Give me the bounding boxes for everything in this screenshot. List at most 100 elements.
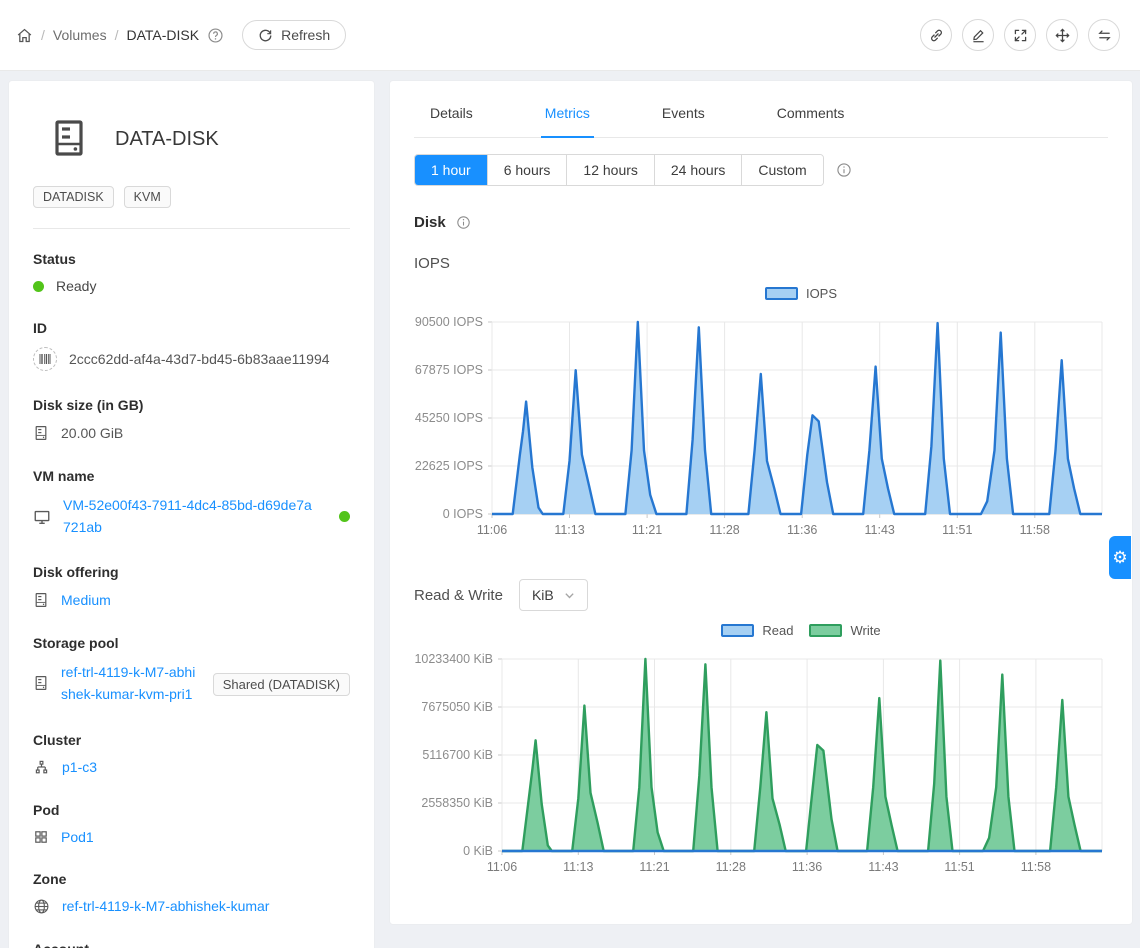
legend-label: Write (850, 623, 880, 638)
time-range-group: 1 hour 6 hours 12 hours 24 hours Custom (414, 154, 824, 186)
legend-label: Read (762, 623, 793, 638)
legend-swatch (809, 624, 842, 637)
svg-text:11:13: 11:13 (563, 860, 593, 874)
legend-swatch (721, 624, 754, 637)
svg-text:10233400 KiB: 10233400 KiB (414, 652, 493, 666)
svg-text:90500 IOPS: 90500 IOPS (415, 315, 483, 329)
tab-details[interactable]: Details (426, 89, 477, 137)
page-header: / Volumes / DATA-DISK Refresh (0, 0, 1140, 71)
zone-link[interactable]: ref-trl-4119-k-M7-abhishek-kumar (62, 898, 269, 914)
move-volume-button[interactable] (1046, 19, 1078, 51)
settings-gear-button[interactable]: ⚙ (1109, 536, 1131, 579)
home-icon[interactable] (16, 27, 33, 44)
chevron-down-icon (564, 590, 575, 601)
breadcrumb-volumes-link[interactable]: Volumes (53, 27, 107, 43)
volume-info-panel: DATA-DISK DATADISK KVM Status Ready ID 2… (8, 80, 375, 948)
info-circle-icon[interactable] (836, 162, 852, 178)
range-custom[interactable]: Custom (741, 155, 822, 185)
cluster-icon (33, 759, 50, 776)
pod-link[interactable]: Pod1 (61, 829, 94, 845)
attach-link-button[interactable] (920, 19, 952, 51)
vm-name-link[interactable]: VM-52e00f43-7911-4dc4-85bd-d69de7a721ab (63, 495, 313, 538)
disk-icon (33, 591, 49, 609)
rw-chart-block: ReadWrite 0 KiB2558350 KiB5116700 KiB767… (414, 619, 1108, 884)
storage-pool-scope-badge: Shared (DATADISK) (213, 673, 350, 696)
field-zone: Zone ref-trl-4119-k-M7-abhishek-kumar (33, 871, 350, 915)
svg-text:11:51: 11:51 (942, 523, 972, 537)
breadcrumb-separator: / (115, 27, 119, 43)
legend-swatch (765, 287, 798, 300)
field-storage-pool: Storage pool ref-trl-4119-k-M7-abhishek-… (33, 635, 350, 705)
svg-text:11:28: 11:28 (709, 523, 739, 537)
gear-icon: ⚙ (1112, 548, 1127, 568)
svg-text:11:21: 11:21 (632, 523, 662, 537)
migrate-volume-button[interactable] (1088, 19, 1120, 51)
svg-text:11:28: 11:28 (716, 860, 746, 874)
volume-actions (916, 19, 1120, 51)
cluster-link[interactable]: p1-c3 (62, 759, 97, 775)
globe-icon (33, 898, 50, 915)
svg-text:11:06: 11:06 (477, 523, 507, 537)
svg-text:45250 IOPS: 45250 IOPS (415, 411, 483, 425)
range-6-hours[interactable]: 6 hours (487, 155, 567, 185)
field-cluster: Cluster p1-c3 (33, 732, 350, 776)
range-24-hours[interactable]: 24 hours (654, 155, 741, 185)
breadcrumb-separator: / (41, 27, 45, 43)
breadcrumb: / Volumes / DATA-DISK Refresh (16, 20, 346, 50)
expand-arrows-icon (1012, 27, 1029, 44)
link-icon (928, 27, 945, 44)
legend-item[interactable]: Read (721, 623, 793, 638)
tab-comments[interactable]: Comments (773, 89, 849, 137)
volume-detail-panel: Details Metrics Events Comments 1 hour 6… (389, 80, 1133, 925)
svg-text:11:13: 11:13 (554, 523, 584, 537)
legend-item[interactable]: IOPS (765, 286, 837, 301)
time-range-row: 1 hour 6 hours 12 hours 24 hours Custom (414, 154, 1108, 186)
info-circle-icon[interactable] (456, 215, 471, 230)
legend-label: IOPS (806, 286, 837, 301)
range-1-hour[interactable]: 1 hour (415, 155, 487, 185)
iops-chart-canvas: 0 IOPS 22625 IOPS 45250 IOPS 67875 IOPS 9050… (414, 304, 1108, 547)
iops-legend: IOPS (414, 282, 1108, 304)
content-area: DATA-DISK DATADISK KVM Status Ready ID 2… (0, 71, 1140, 948)
rw-legend: Read Write (414, 619, 1108, 641)
disk-offering-link[interactable]: Medium (61, 592, 111, 608)
field-disk-offering: Disk offering Medium (33, 564, 350, 609)
refresh-button[interactable]: Refresh (242, 20, 346, 50)
unit-select-dropdown[interactable]: KiB (519, 579, 588, 611)
svg-text:11:43: 11:43 (868, 860, 898, 874)
svg-text:22625 IOPS: 22625 IOPS (415, 459, 483, 473)
divider (33, 228, 350, 229)
rw-chart-canvas: 0 KiB2558350 KiB5116700 KiB7675050 KiB10… (414, 641, 1108, 884)
volume-icon (49, 117, 89, 162)
legend-item[interactable]: Write (809, 623, 880, 638)
svg-text:0 KiB: 0 KiB (463, 844, 493, 858)
move-arrows-icon (1054, 27, 1071, 44)
field-vm-name: VM name VM-52e00f43-7911-4dc4-85bd-d69de… (33, 468, 350, 538)
desktop-icon (33, 508, 51, 526)
pod-grid-icon (33, 829, 49, 845)
storage-pool-link[interactable]: ref-trl-4119-k-M7-abhishek-kumar-kvm-pri… (61, 662, 201, 705)
svg-text:11:36: 11:36 (792, 860, 822, 874)
status-value: Ready (56, 278, 96, 294)
tab-metrics[interactable]: Metrics (541, 89, 594, 137)
svg-text:11:21: 11:21 (639, 860, 669, 874)
tab-events[interactable]: Events (658, 89, 709, 137)
disk-section-heading: Disk (414, 214, 1108, 231)
reload-icon (258, 28, 273, 43)
resize-volume-button[interactable] (1004, 19, 1036, 51)
volume-title: DATA-DISK (115, 128, 219, 151)
svg-text:67875 IOPS: 67875 IOPS (415, 363, 483, 377)
svg-text:0 IOPS: 0 IOPS (443, 507, 483, 521)
tag-kvm: KVM (124, 186, 171, 208)
svg-text:2558350 KiB: 2558350 KiB (421, 796, 493, 810)
vm-status-dot (339, 511, 350, 522)
svg-text:11:06: 11:06 (487, 860, 517, 874)
svg-text:11:58: 11:58 (1021, 860, 1051, 874)
tag-datadisk: DATADISK (33, 186, 114, 208)
svg-text:11:51: 11:51 (944, 860, 974, 874)
disk-size-value: 20.00 GiB (61, 425, 123, 441)
help-circle-icon[interactable] (207, 27, 224, 44)
edit-button[interactable] (962, 19, 994, 51)
range-12-hours[interactable]: 12 hours (566, 155, 653, 185)
field-disk-size: Disk size (in GB) 20.00 GiB (33, 397, 350, 442)
